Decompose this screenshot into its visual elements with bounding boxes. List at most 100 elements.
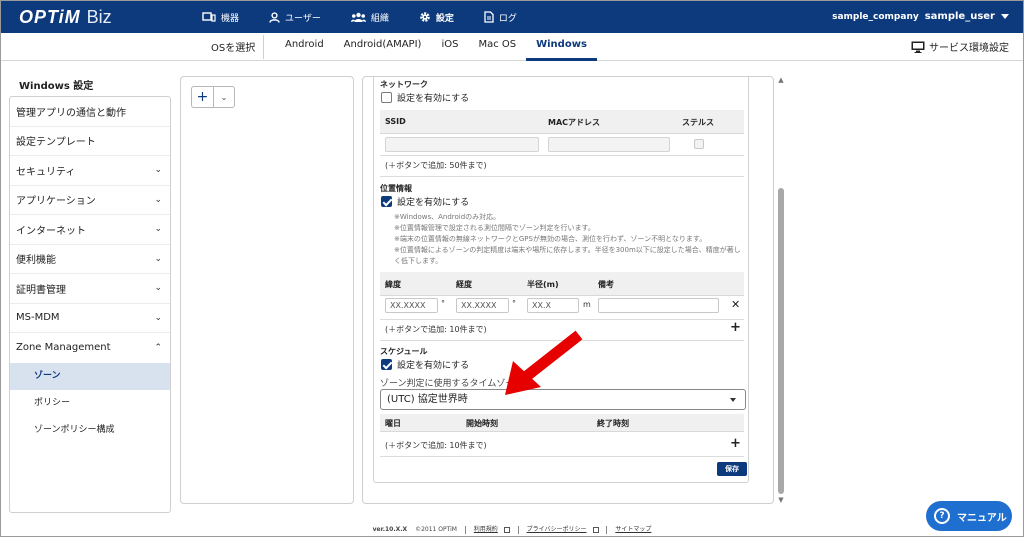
tab-macos[interactable]: Mac OS (468, 33, 526, 61)
latitude-input[interactable]: XX.XXXX (385, 298, 438, 313)
column-weekday: 曜日 (385, 419, 401, 428)
add-dropdown-button[interactable]: ⌄ (214, 87, 234, 107)
network-enable-label: 設定を有効にする (397, 94, 470, 104)
longitude-input[interactable]: XX.XXXX (456, 298, 509, 313)
tab-android-amapi[interactable]: Android(AMAPI) (334, 33, 432, 61)
tab-ios[interactable]: iOS (431, 33, 468, 61)
nav-logs[interactable]: ログ (469, 1, 532, 33)
tab-windows[interactable]: Windows (526, 33, 597, 61)
ssid-input[interactable] (385, 137, 539, 152)
schedule-enable-label: 設定を有効にする (397, 361, 470, 371)
tab-android[interactable]: Android (275, 33, 334, 61)
footer-link-terms[interactable]: 利用規約 (474, 526, 498, 533)
monitor-icon (911, 41, 925, 53)
zone-list-panel: + ⌄ (180, 76, 354, 504)
sidebar-item-zone-management[interactable]: Zone Management ⌃ (10, 333, 170, 363)
network-table-header: SSID MACアドレス ステルス (380, 110, 744, 134)
scroll-up-icon[interactable]: ▲ (777, 76, 785, 84)
sidebar-subitem-zone[interactable]: ゾーン (10, 362, 170, 390)
location-enable-checkbox[interactable]: 設定を有効にする (381, 195, 469, 208)
radius-input[interactable]: XX.X (527, 298, 579, 313)
location-table-header: 緯度 経度 半径(m) 備考 (380, 272, 744, 296)
manual-label: マニュアル (957, 512, 1007, 524)
plus-icon[interactable]: + (730, 436, 741, 451)
sidebar-item-security[interactable]: セキュリティ ⌄ (10, 156, 170, 186)
footer: ver.10.X.X ©2011 OPTiM 利用規約 プライバシーポリシー サ… (1, 524, 1023, 534)
add-button[interactable]: + (192, 87, 214, 107)
column-note: 備考 (598, 280, 614, 289)
note-line: ※位置情報によるゾーンの判定精度は端末や場所に依存します。半径を300m以下に設… (394, 246, 741, 265)
save-button[interactable]: 保存 (717, 462, 747, 476)
chevron-down-icon (1001, 14, 1009, 19)
log-icon (484, 11, 494, 23)
plus-icon: + (196, 89, 209, 105)
column-longitude: 経度 (456, 280, 472, 289)
schedule-table-header: 曜日 開始時刻 終了時刻 (380, 414, 744, 432)
sidebar-item-utilities[interactable]: 便利機能 ⌄ (10, 245, 170, 274)
sidebar: 管理アプリの通信と動作 設定テンプレート セキュリティ ⌄ アプリケーション ⌄ イ… (9, 96, 171, 513)
logo-product: Biz (86, 7, 112, 27)
chevron-down-icon: ⌄ (220, 92, 228, 102)
mac-input[interactable] (548, 137, 670, 152)
column-latitude: 緯度 (385, 280, 401, 289)
user-menu[interactable]: sample_company sample_user (832, 11, 1009, 22)
settings-panel: ネットワーク 設定を有効にする SSID MACアドレス ステルス (＋ボタンで… (362, 76, 774, 504)
chevron-down-icon: ⌄ (154, 165, 162, 176)
zone-settings-card: ネットワーク 設定を有効にする SSID MACアドレス ステルス (＋ボタンで… (373, 77, 749, 483)
service-settings-link[interactable]: サービス環境設定 (911, 39, 1009, 54)
stealth-checkbox[interactable] (694, 139, 704, 149)
column-start-time: 開始時刻 (466, 419, 498, 428)
column-stealth: ステルス (682, 118, 714, 127)
network-add-hint: (＋ボタンで追加: 50件まで) (385, 161, 487, 170)
scrollbar-thumb[interactable] (778, 188, 784, 494)
checkbox-icon (381, 92, 392, 103)
footer-link-privacy[interactable]: プライバシーポリシー (527, 526, 587, 533)
chevron-down-icon: ⌄ (154, 194, 162, 205)
manual-button[interactable]: ? マニュアル (926, 501, 1012, 531)
meter-unit: m (583, 300, 591, 309)
sidebar-item-ms-mdm[interactable]: MS-MDM ⌄ (10, 304, 170, 333)
footer-link-sitemap[interactable]: サイトマップ (615, 526, 651, 533)
sidebar-item-app-comm[interactable]: 管理アプリの通信と動作 (10, 97, 170, 127)
sidebar-item-label: 証明書管理 (16, 284, 66, 296)
nav-devices[interactable]: 機器 (187, 1, 254, 33)
close-icon[interactable]: ✕ (731, 298, 740, 311)
question-icon: ? (934, 508, 950, 524)
company-name: sample_company (832, 11, 919, 22)
chevron-up-icon: ⌃ (154, 342, 162, 353)
device-icon (202, 12, 216, 22)
note-input[interactable] (598, 298, 719, 313)
scroll-down-icon[interactable]: ▼ (777, 496, 785, 504)
nav-devices-label: 機器 (221, 13, 240, 24)
chevron-down-icon: ⌄ (154, 253, 162, 264)
add-button-group: + ⌄ (191, 86, 235, 108)
degree-unit: ° (512, 299, 516, 308)
row-divider (380, 456, 744, 457)
chevron-down-icon: ⌄ (154, 312, 162, 323)
nav-settings[interactable]: 設定 (404, 1, 469, 33)
os-select-label: OSを選択 (211, 43, 256, 54)
sidebar-item-applications[interactable]: アプリケーション ⌄ (10, 186, 170, 215)
sidebar-subitem-zone-policy-config[interactable]: ゾーンポリシー構成 (10, 417, 170, 444)
chevron-down-icon: ⌄ (154, 224, 162, 235)
sidebar-item-internet[interactable]: インターネット ⌄ (10, 215, 170, 245)
divider (606, 525, 608, 534)
nav-users[interactable]: ユーザー (254, 1, 336, 33)
location-notes: ※Windows、Androidのみ対応。 ※位置情報管理で設定される測位間隔で… (394, 212, 744, 267)
scrollbar[interactable]: ▲ ▼ (777, 76, 785, 504)
nav-logs-label: ログ (498, 13, 517, 24)
sidebar-item-templates[interactable]: 設定テンプレート (10, 127, 170, 156)
sidebar-subitem-policy[interactable]: ポリシー (10, 390, 170, 417)
logo[interactable]: OPTiM Biz (19, 6, 112, 28)
network-enable-checkbox[interactable]: 設定を有効にする (381, 91, 469, 104)
app-frame: OPTiM Biz 機器 ユーザー 組織 設定 ログ sample_compan… (0, 0, 1024, 537)
nav-groups[interactable]: 組織 (336, 1, 404, 33)
row-divider (380, 155, 744, 156)
schedule-title: スケジュール (380, 347, 428, 356)
location-enable-label: 設定を有効にする (397, 198, 470, 208)
sidebar-item-label: Zone Management (16, 342, 111, 354)
sidebar-item-certificates[interactable]: 証明書管理 ⌄ (10, 274, 170, 304)
plus-icon[interactable]: + (730, 320, 741, 335)
logo-brand: OPTiM (19, 7, 81, 27)
schedule-enable-checkbox[interactable]: 設定を有効にする (381, 358, 469, 371)
